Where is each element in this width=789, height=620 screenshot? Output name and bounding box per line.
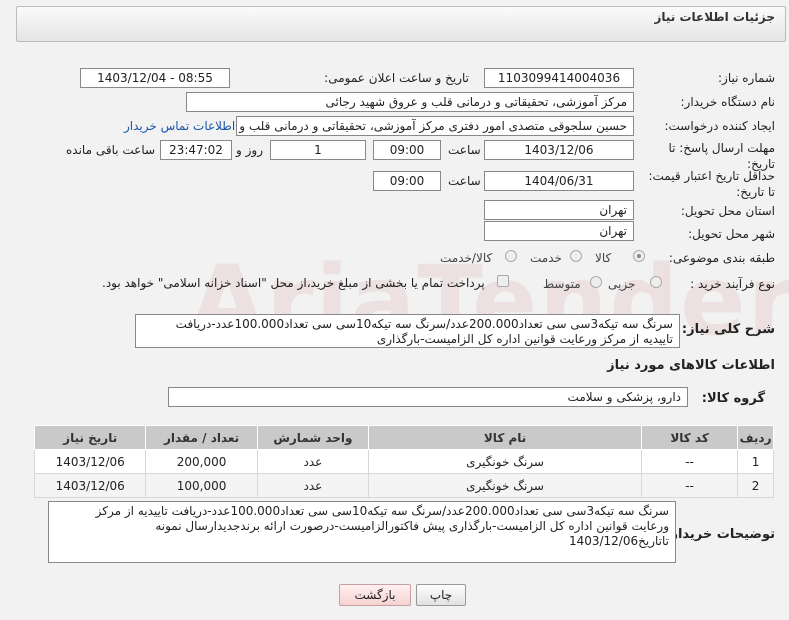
- requester-field: حسین سلجوقی متصدی امور دفتری مرکز آموزشی…: [236, 116, 634, 136]
- row-date: 1403/12/06: [33, 449, 147, 474]
- col-quantity: تعداد / مقدار: [145, 425, 258, 450]
- table-row: 2 -- سرنگ خونگیری عدد 100,000 1403/12/06: [33, 473, 774, 498]
- days-label: روز و: [236, 143, 263, 157]
- goods-table: ردیف کد کالا نام کالا واحد شمارش تعداد /…: [33, 425, 774, 498]
- need-number-field: 1103099414004036: [484, 68, 634, 88]
- buyer-notes-text: سرنگ سه تیکه3سی سی تعداد200.000عدد/سرنگ …: [48, 501, 676, 563]
- province-label: استان محل تحویل:: [680, 204, 775, 218]
- deadline-date-field: 1403/12/06: [484, 140, 634, 160]
- page-title: جزئیات اطلاعات نیاز: [654, 10, 775, 24]
- summary-text: سرنگ سه تیکه3سی سی تعداد200.000عدد/سرنگ …: [135, 314, 680, 348]
- buyer-org-label: نام دستگاه خریدار:: [680, 95, 776, 109]
- row-unit: عدد: [256, 473, 370, 498]
- col-date: تاریخ نیاز: [33, 425, 147, 450]
- validity-hour-label: ساعت: [448, 174, 481, 188]
- row-name: سرنگ خونگیری: [368, 449, 643, 474]
- category-goods-radio[interactable]: [633, 250, 645, 262]
- goods-group-field: دارو، پزشکی و سلامت: [168, 387, 688, 407]
- announce-label: تاریخ و ساعت اعلان عمومی:: [324, 71, 469, 85]
- category-goods-label: کالا: [595, 251, 612, 265]
- deadline-time-field: 09:00: [373, 140, 441, 160]
- back-button[interactable]: بازگشت: [339, 584, 411, 606]
- summary-label: شرح کلی نیاز:: [681, 322, 775, 337]
- treasury-payment-checkbox[interactable]: [497, 275, 509, 287]
- row-code: --: [641, 473, 739, 498]
- announce-field: 1403/12/04 - 08:55: [80, 68, 230, 88]
- goods-section-title: اطلاعات کالاهای مورد نیاز: [607, 358, 775, 373]
- row-quantity: 200,000: [145, 449, 258, 474]
- validity-date-field: 1404/06/31: [484, 171, 634, 191]
- validity-label: حداقل تاریخ اعتبار قیمت: تا تاریخ:: [648, 169, 775, 199]
- province-field: تهران: [484, 200, 634, 220]
- goods-group-label: گروه کالا:: [701, 391, 765, 406]
- contact-info-link[interactable]: اطلاعات تماس خریدار: [124, 119, 235, 133]
- col-row: ردیف: [737, 425, 774, 450]
- row-code: --: [641, 449, 739, 474]
- row-date: 1403/12/06: [33, 473, 147, 498]
- col-code: کد کالا: [641, 425, 739, 450]
- validity-time-field: 09:00: [373, 171, 441, 191]
- process-label: نوع فرآیند خرید :: [690, 277, 775, 291]
- treasury-payment-note: پرداخت تمام یا بخشی از مبلغ خرید،از محل …: [102, 276, 485, 290]
- category-both-radio[interactable]: [505, 250, 517, 262]
- buyer-org-field: مرکز آموزشی، تحقیقاتی و درمانی قلب و عرو…: [186, 92, 634, 112]
- remaining-label: ساعت باقی مانده: [66, 143, 156, 157]
- category-service-radio[interactable]: [570, 250, 582, 262]
- remaining-time-field: 23:47:02: [160, 140, 232, 160]
- col-unit: واحد شمارش: [256, 425, 370, 450]
- days-remaining-field: 1: [270, 140, 366, 160]
- category-service-label: خدمت: [530, 251, 562, 265]
- city-field: تهران: [484, 221, 634, 241]
- col-name: نام کالا: [368, 425, 643, 450]
- category-label: طبقه بندی موضوعی:: [668, 251, 775, 265]
- process-minor-label: جزیی: [608, 277, 636, 291]
- row-number: 2: [737, 473, 774, 498]
- buyer-notes-label: توضیحات خریدار:: [665, 527, 775, 542]
- requester-label: ایجاد کننده درخواست:: [664, 119, 775, 133]
- category-both-label: کالا/خدمت: [440, 251, 493, 265]
- goods-table-header: ردیف کد کالا نام کالا واحد شمارش تعداد /…: [33, 425, 774, 450]
- row-unit: عدد: [256, 449, 370, 474]
- process-medium-label: متوسط: [543, 277, 581, 291]
- row-name: سرنگ خونگیری: [368, 473, 643, 498]
- process-medium-radio[interactable]: [590, 276, 602, 288]
- process-minor-radio[interactable]: [650, 276, 662, 288]
- row-quantity: 100,000: [145, 473, 258, 498]
- deadline-hour-label: ساعت: [448, 143, 481, 157]
- row-number: 1: [737, 449, 774, 474]
- city-label: شهر محل تحویل:: [688, 227, 775, 241]
- print-button[interactable]: چاپ: [416, 584, 466, 606]
- need-number-label: شماره نیاز:: [718, 71, 775, 85]
- table-row: 1 -- سرنگ خونگیری عدد 200,000 1403/12/06: [33, 449, 774, 474]
